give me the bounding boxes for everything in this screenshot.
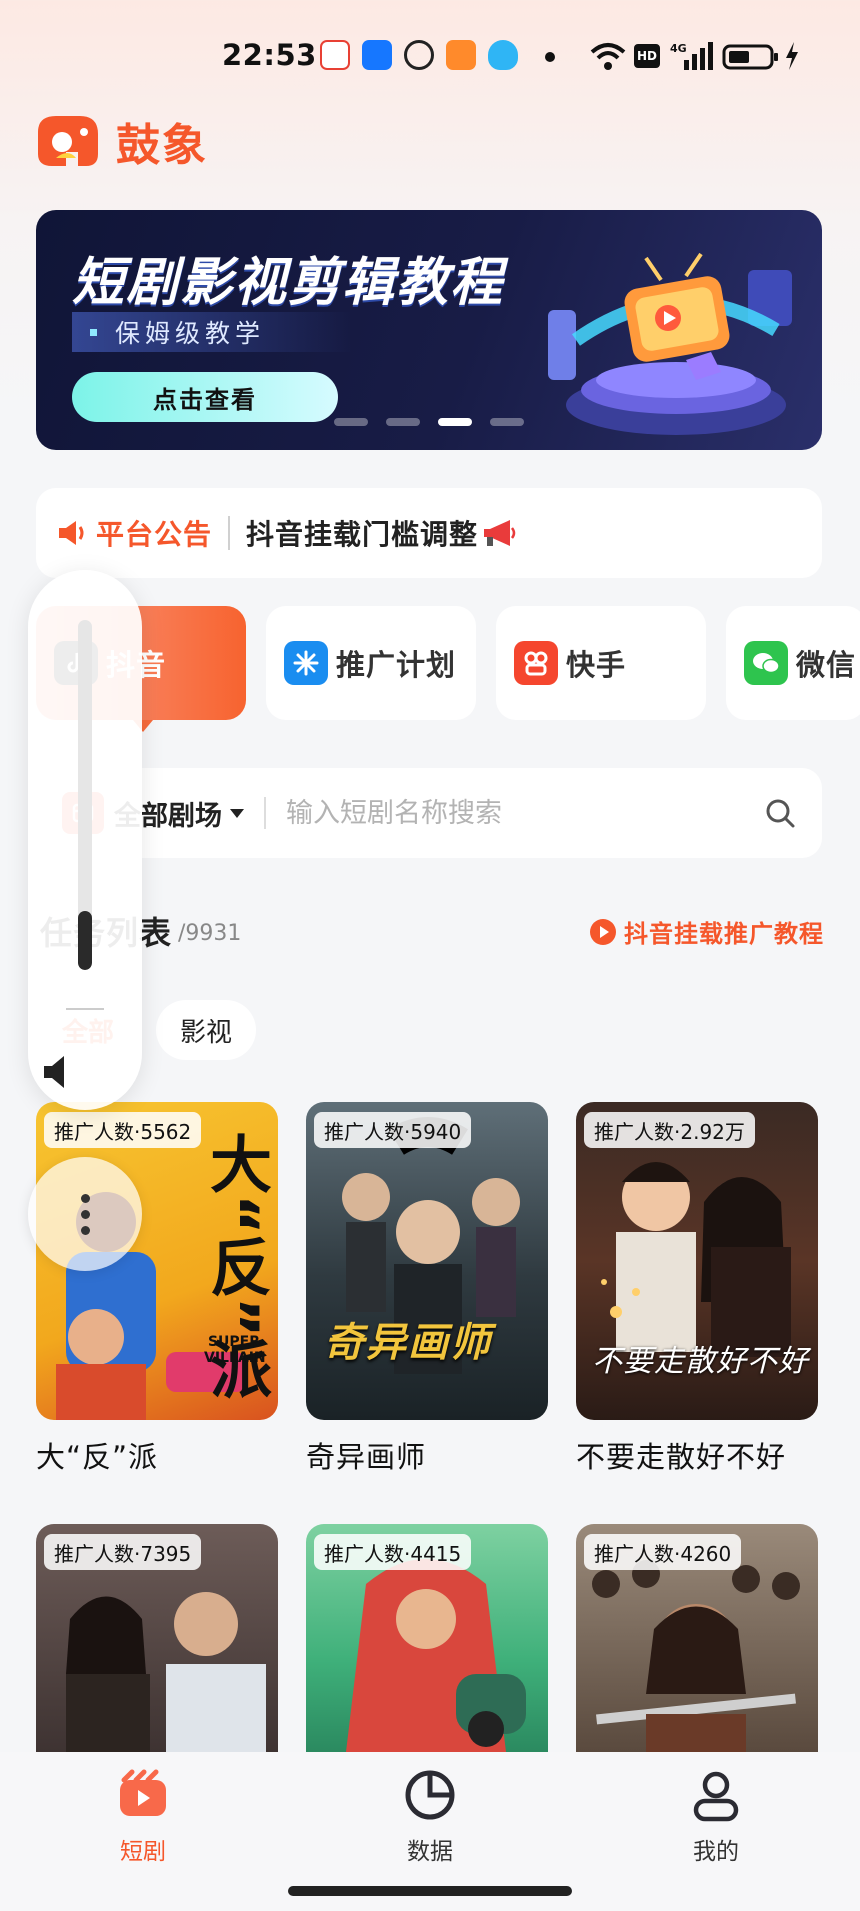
charging-icon: [786, 42, 798, 70]
douyin-tutorial-link[interactable]: 抖音挂载推广教程: [590, 914, 824, 949]
kuaishou-icon: [514, 641, 558, 685]
volume-slider[interactable]: [78, 620, 92, 970]
short-drama-icon: [120, 1769, 166, 1816]
tutorial-banner[interactable]: 短剧影视剪辑教程 保姆级教学 点击查看: [36, 210, 822, 450]
banner-dot[interactable]: [386, 418, 420, 426]
drama-title: 奇异画师: [306, 1440, 427, 1474]
promo-plan-icon: [284, 641, 328, 685]
drama-poster[interactable]: 不要走散好不好 推广人数·2.92万: [576, 1102, 818, 1420]
tab-promo-plan[interactable]: 推广计划: [266, 606, 476, 720]
wifi-icon: [590, 43, 626, 70]
nav-label: 数据: [407, 1839, 453, 1865]
more-dot: [80, 1225, 90, 1235]
qq-icon: [488, 40, 518, 70]
speaker-announcement-icon: [59, 521, 84, 545]
nav-data[interactable]: 数据: [360, 1768, 500, 1866]
drama-poster[interactable]: 推广人数·7395: [36, 1524, 278, 1752]
banner-subtitle-wrap: 保姆级教学: [72, 312, 352, 352]
drama-card[interactable]: 推广人数·7395: [36, 1524, 278, 1752]
home-indicator[interactable]: [288, 1886, 572, 1896]
app-notification-icon: [320, 40, 350, 70]
profile-icon: [693, 1771, 739, 1822]
banner-subtitle: 保姆级教学: [115, 319, 266, 348]
search-input[interactable]: [286, 797, 726, 829]
task-list-count: /9931: [178, 921, 242, 946]
banner-title: 短剧影视剪辑教程: [72, 253, 505, 313]
promoter-count-badge: 推广人数·4260: [584, 1534, 742, 1570]
gallery-app-icon: [446, 40, 476, 70]
banner-dot-active[interactable]: [438, 418, 472, 426]
promoter-count-badge: 推广人数·4415: [314, 1534, 472, 1570]
notification-dot-icon: [545, 52, 555, 62]
banner-bullet: [90, 328, 97, 336]
drama-title: 不要走散好不好: [576, 1440, 787, 1474]
announcement-text: 抖音挂载门槛调整: [246, 518, 479, 551]
play-icon: [590, 918, 616, 945]
tab-kuaishou[interactable]: 快手: [496, 606, 706, 720]
signal-icon: 4G: [670, 42, 713, 70]
elephant-logo-icon: [38, 116, 98, 166]
wechat-icon: [744, 641, 788, 685]
promoter-count-badge: 推广人数·7395: [44, 1534, 202, 1570]
more-options-button[interactable]: [28, 1157, 142, 1271]
volume-panel[interactable]: [28, 570, 142, 1110]
status-time: 22:53: [222, 38, 317, 72]
pie-chart-icon: [405, 1770, 455, 1820]
banner-pagination: [334, 418, 524, 426]
speaker-volume-icon[interactable]: [38, 1052, 78, 1092]
banner-dot[interactable]: [334, 418, 368, 426]
more-dot: [80, 1209, 90, 1219]
more-dot: [80, 1193, 90, 1203]
drama-title: 大“反”派: [36, 1440, 159, 1474]
drama-card[interactable]: 推广人数·4260: [576, 1524, 818, 1752]
nav-label: 我的: [693, 1839, 739, 1865]
announcement-label: 平台公告: [96, 518, 213, 551]
platform-announcement[interactable]: 平台公告 抖音挂载门槛调整: [36, 488, 822, 578]
tab-label: 快手: [566, 648, 627, 682]
banner-dot[interactable]: [490, 418, 524, 426]
tab-label: 微信: [796, 648, 857, 682]
banner-view-button[interactable]: 点击查看: [72, 372, 338, 422]
promoter-count-badge: 推广人数·2.92万: [584, 1112, 755, 1148]
tab-wechat[interactable]: 微信: [726, 606, 860, 720]
promoter-count-badge: 推广人数·5562: [44, 1112, 202, 1148]
drama-card[interactable]: 奇异画师 推广人数·5940 奇异画师: [306, 1102, 548, 1476]
drama-card[interactable]: 推广人数·4415: [306, 1524, 548, 1752]
search-bar: 全部剧场: [36, 768, 822, 858]
nav-label: 短剧: [120, 1839, 166, 1865]
promoter-count-badge: 推广人数·5940: [314, 1112, 472, 1148]
tv-illustration-icon: [548, 252, 792, 435]
nav-short-drama[interactable]: 短剧: [73, 1768, 213, 1866]
chevron-down-icon[interactable]: [230, 808, 244, 818]
poster-subtitle-art: SUPER VILLAIN: [204, 1334, 266, 1366]
volume-level-fill: [78, 910, 92, 970]
app-logo: 鼓象: [32, 112, 208, 171]
hd-icon: HD: [634, 44, 660, 68]
app-name: 鼓象: [116, 120, 208, 171]
filter-film[interactable]: 影视: [156, 1000, 256, 1060]
drama-card[interactable]: 不要走散好不好 推广人数·2.92万 不要走散好不好: [576, 1102, 818, 1476]
battery-icon: [722, 44, 778, 70]
tab-label: 推广计划: [336, 648, 457, 682]
megaphone-icon: [484, 520, 516, 546]
tutorial-link-label: 抖音挂载推广教程: [624, 920, 824, 948]
drama-poster[interactable]: 奇异画师 推广人数·5940: [306, 1102, 548, 1420]
search-divider: [264, 797, 266, 829]
status-bar: 22:53 HD 4G: [0, 0, 860, 112]
svg-text:4G: 4G: [670, 42, 687, 55]
search-icon[interactable]: [764, 797, 796, 829]
nav-profile[interactable]: 我的: [646, 1768, 786, 1866]
alipay-icon: [362, 40, 392, 70]
volume-divider: [66, 1008, 104, 1010]
chat-bubble-icon: [404, 40, 434, 70]
drama-poster[interactable]: 推广人数·4260: [576, 1524, 818, 1752]
poster-title-art: 奇异画师: [324, 1320, 492, 1366]
drama-poster[interactable]: 推广人数·4415: [306, 1524, 548, 1752]
announcement-divider: [228, 516, 231, 550]
poster-title-art: 不要走散好不好: [592, 1344, 809, 1379]
